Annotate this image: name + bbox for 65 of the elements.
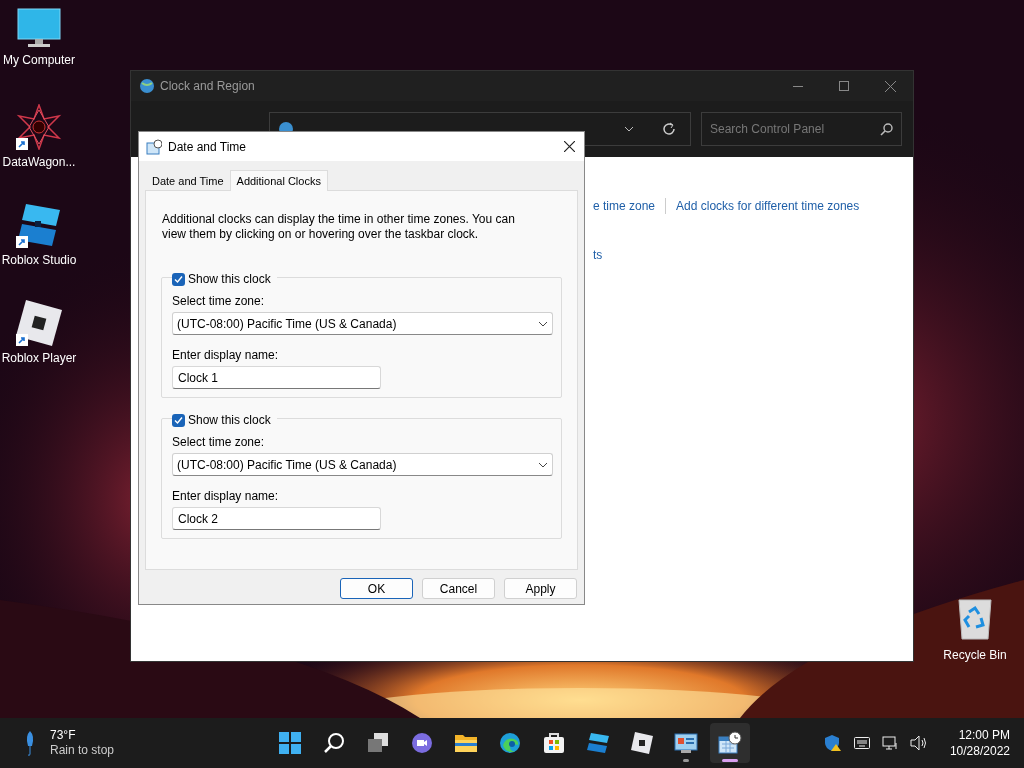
store-bag-icon [542, 731, 566, 755]
field-label: Select time zone: [172, 435, 266, 449]
display-name-field[interactable]: Clock 1 [172, 366, 381, 389]
description-text: Additional clocks can display the time in other time zones. You can view them by clicking on or hovering over the taskbar clock. [162, 212, 516, 242]
clock-date[interactable]: 10/28/2022 [949, 743, 1010, 759]
clock-time[interactable]: 12:00 PM [958, 727, 1010, 743]
close-icon [884, 80, 896, 92]
window-title: Clock and Region [160, 78, 255, 95]
desktop-icon-label[interactable]: Roblox Player [1, 349, 77, 367]
time-zone-dropdown[interactable]: (UTC-08:00) Pacific Time (US & Canada) [172, 453, 553, 476]
chevron-down-icon [538, 461, 548, 468]
keyboard-icon[interactable] [853, 737, 870, 749]
task-view-icon [366, 731, 390, 755]
studio-icon [586, 731, 610, 755]
link[interactable]: Add clocks for different time zones [676, 197, 860, 215]
desktop-icon-label[interactable]: My Computer [3, 51, 75, 69]
control-panel-icon [674, 731, 698, 755]
close-icon [563, 141, 575, 152]
display-name-field[interactable]: Clock 2 [172, 507, 381, 530]
field-label: Select time zone: [172, 294, 266, 308]
video-chat-icon [410, 731, 434, 755]
browser-swirl-icon [498, 731, 522, 755]
time-zone-dropdown[interactable]: (UTC-08:00) Pacific Time (US & Canada) [172, 312, 553, 335]
chevron-down-icon [538, 320, 548, 327]
link[interactable]: e time zone [593, 197, 656, 215]
tab[interactable]: Additional Clocks [229, 170, 328, 191]
recycle-bin-icon [957, 598, 993, 640]
link[interactable]: ts [593, 246, 603, 264]
weather-condition[interactable]: Rain to stop [50, 743, 115, 758]
search-icon [322, 731, 346, 755]
field-label: Enter display name: [172, 348, 280, 362]
chevron-down-icon[interactable] [624, 126, 634, 132]
desktop-icon-label[interactable]: Recycle Bin [943, 646, 1007, 664]
windows-logo-icon [278, 731, 302, 755]
globe-clock-icon [139, 78, 155, 94]
desktop-icon-label[interactable]: DataWagon... [2, 153, 76, 171]
umbrella-icon [24, 730, 36, 756]
calendar-clock-icon [718, 731, 742, 755]
search-icon [880, 122, 893, 136]
monitor-icon[interactable] [17, 8, 61, 48]
checkbox-label: Show this clock [188, 412, 271, 429]
dialog-button[interactable]: Cancel [422, 578, 495, 599]
checkbox-label: Show this clock [188, 271, 271, 288]
player-icon [630, 731, 654, 755]
checkbox[interactable] [172, 413, 185, 427]
tab[interactable]: Date and Time [146, 172, 230, 190]
shield-warning-icon[interactable] [823, 734, 842, 752]
minimize-icon [793, 85, 803, 87]
studio-icon[interactable] [16, 202, 62, 248]
dialog-title: Date and Time [168, 138, 247, 156]
calendar-clock-icon [146, 138, 162, 155]
player-icon[interactable] [16, 300, 62, 346]
search-field[interactable]: Search Control Panel [701, 112, 902, 146]
taskbar-app[interactable] [710, 723, 750, 763]
weather-temperature[interactable]: 73°F [50, 728, 115, 743]
star-pattern-icon[interactable] [16, 104, 62, 150]
desktop-icon-label[interactable]: Roblox Studio [1, 251, 77, 269]
checkbox[interactable] [172, 272, 185, 286]
maximize-icon [839, 81, 849, 91]
dialog-button[interactable]: Apply [504, 578, 577, 599]
network-icon[interactable] [881, 735, 898, 751]
refresh-icon[interactable] [662, 122, 676, 136]
dialog-button[interactable]: OK [340, 578, 413, 599]
field-label: Enter display name: [172, 489, 280, 503]
volume-icon[interactable] [909, 735, 928, 751]
